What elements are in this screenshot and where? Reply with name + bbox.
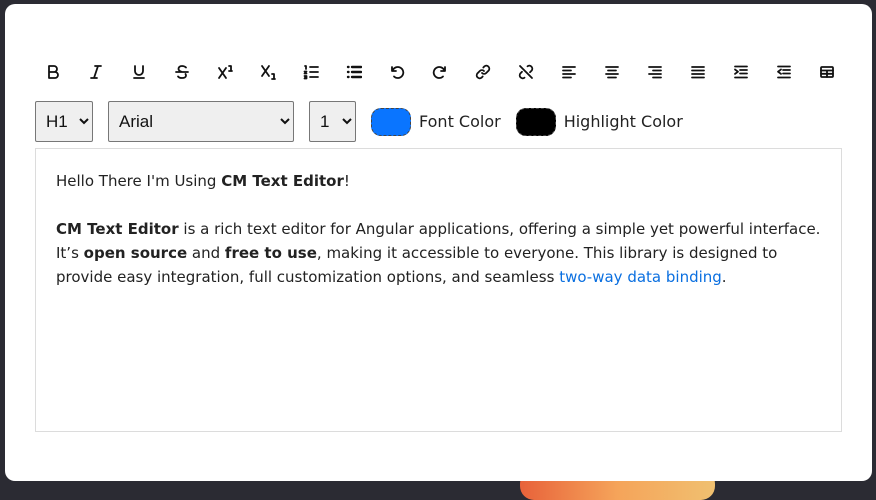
strikethrough-icon (174, 65, 189, 79)
underline-button[interactable] (117, 54, 160, 90)
data-binding-link[interactable]: two-way data binding (559, 268, 722, 286)
redo-icon (432, 66, 446, 79)
undo-button[interactable] (375, 54, 418, 90)
italic-icon (89, 65, 102, 79)
bold-icon (47, 65, 59, 79)
editor-toolbar (31, 54, 848, 90)
superscript-icon (217, 65, 233, 79)
font-color-label: Font Color (419, 112, 501, 131)
unlink-icon (518, 64, 533, 80)
text-run: Hello There I'm Using (56, 172, 222, 190)
align-right-button[interactable] (633, 54, 676, 90)
ordered-list-icon (303, 65, 319, 80)
table-button[interactable] (805, 54, 848, 90)
text-run: . (721, 268, 727, 286)
editor-content-area[interactable]: Hello There I'm Using CM Text Editor! CM… (35, 148, 842, 432)
link-icon (475, 64, 490, 80)
unlink-button[interactable] (504, 54, 547, 90)
font-family-select[interactable]: Arial (108, 101, 294, 142)
align-justify-button[interactable] (676, 54, 719, 90)
ordered-list-button[interactable] (289, 54, 332, 90)
outdent-button[interactable] (762, 54, 805, 90)
highlight-color-picker[interactable] (515, 107, 556, 136)
align-center-button[interactable] (590, 54, 633, 90)
indent-icon (733, 65, 748, 79)
subscript-icon (260, 65, 276, 80)
underline-icon (132, 65, 145, 79)
italic-button[interactable] (74, 54, 117, 90)
redo-button[interactable] (418, 54, 461, 90)
highlight-color-label: Highlight Color (563, 112, 683, 131)
bold-text: CM Text Editor (221, 172, 344, 190)
bold-button[interactable] (31, 54, 74, 90)
subscript-button[interactable] (246, 54, 289, 90)
align-left-icon (561, 66, 576, 79)
outdent-icon (776, 65, 791, 79)
bold-text: CM Text Editor (56, 220, 179, 238)
strikethrough-button[interactable] (160, 54, 203, 90)
align-center-icon (604, 66, 619, 79)
bold-text: free to use (224, 244, 317, 262)
align-left-button[interactable] (547, 54, 590, 90)
unordered-list-button[interactable] (332, 54, 375, 90)
superscript-button[interactable] (203, 54, 246, 90)
paragraph-1: Hello There I'm Using CM Text Editor! (56, 169, 821, 193)
format-controls: H1 Arial 1 Font Color Highlight Color (35, 101, 683, 142)
heading-select[interactable]: H1 (35, 101, 93, 142)
font-size-select[interactable]: 1 (309, 101, 356, 142)
align-justify-icon (690, 66, 705, 79)
align-right-icon (647, 66, 662, 79)
editor-card: H1 Arial 1 Font Color Highlight Color He… (5, 4, 872, 481)
text-run: and (187, 244, 225, 262)
text-run: ! (343, 172, 350, 190)
indent-button[interactable] (719, 54, 762, 90)
link-button[interactable] (461, 54, 504, 90)
undo-icon (390, 66, 404, 79)
paragraph-2: CM Text Editor is a rich text editor for… (56, 217, 821, 289)
unordered-list-icon (346, 65, 362, 79)
table-icon (819, 66, 834, 78)
font-color-picker[interactable] (371, 107, 411, 136)
bold-text: open source (83, 244, 188, 262)
